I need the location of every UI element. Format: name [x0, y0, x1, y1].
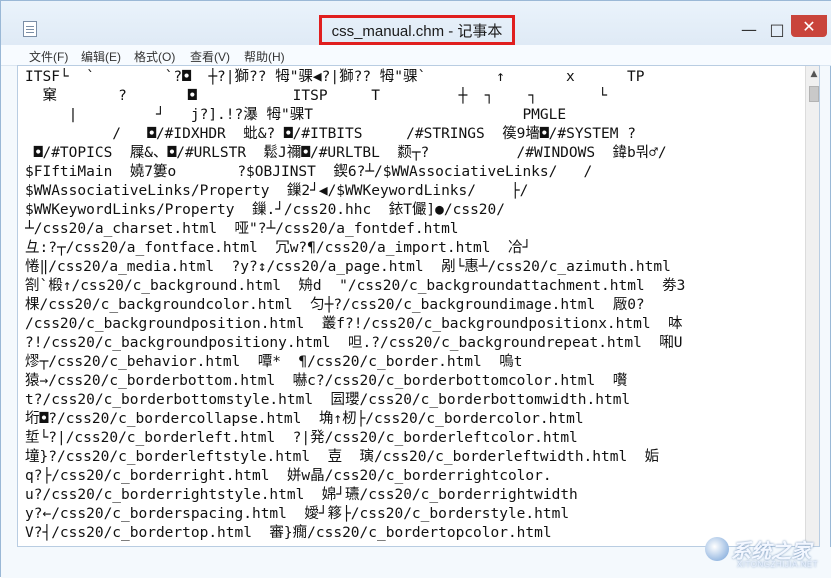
text-line: 熮┬/css20/c_behavior.html 嘾* ¶/css20/c_bo… — [25, 354, 523, 370]
menu-file[interactable]: 文件(F) — [29, 48, 68, 65]
title-bar[interactable]: css_manual.chm - 记事本 — □ ✕ — [1, 1, 831, 45]
text-line: u?/css20/c_borderrightstyle.html 婂┘瓙/css… — [25, 487, 578, 503]
watermark-globe-icon — [705, 537, 729, 561]
text-line: ◘/#TOPICS 屧&、◘/#URLSTR 鬆J禰◘/#URLTBL 颣┬? … — [25, 145, 667, 161]
text-line: 彑:?┬/css20/a_fontface.html 冗w?¶/css20/a_… — [25, 240, 532, 256]
watermark-logo: 系统之家 XITONGZHIJIA.NET — [701, 533, 829, 577]
text-line: | ┘ j?].!?瀑 牳"骒T PMGLE — [25, 107, 567, 123]
menu-edit[interactable]: 编辑(E) — [81, 48, 121, 65]
scroll-up-arrow-icon[interactable]: ▲ — [806, 66, 819, 82]
text-line: $FIftiMain 嬈7簍o ?$OBJINST 鍥6?┴/$WWAssoci… — [25, 164, 593, 180]
vertical-scrollbar[interactable]: ▲ — [805, 66, 819, 546]
text-line: ITSF└ ` `?◘ ┼?|獅?? 牳"骒◀?|獅?? 牳"骒` ↑ x TP — [25, 69, 645, 85]
menu-view[interactable]: 查看(V) — [190, 48, 230, 65]
close-button[interactable]: ✕ — [791, 15, 827, 37]
watermark-url: XITONGZHIJIA.NET — [737, 560, 819, 569]
title-highlight-box: css_manual.chm - 记事本 — [319, 15, 515, 45]
maximize-button[interactable]: □ — [763, 18, 791, 40]
editor-text-area[interactable]: ITSF└ ` `?◘ ┼?|獅?? 牳"骒◀?|獅?? 牳"骒` ↑ x TP… — [25, 68, 795, 546]
text-line: 埑└?|/css20/c_borderleft.html ?|発/css20/c… — [25, 430, 578, 446]
notepad-window: css_manual.chm - 记事本 — □ ✕ 文件(F) 编辑(E) 格… — [0, 0, 831, 578]
text-line: / ◘/#IDXHDR 蚍&? ◘/#ITBITS /#STRINGS 篌9墻◘… — [25, 126, 636, 142]
scroll-thumb[interactable] — [809, 86, 819, 102]
minimize-button[interactable]: — — [735, 18, 763, 40]
menu-format[interactable]: 格式(O) — [134, 48, 175, 65]
text-line: ?!/css20/c_backgroundpositiony.html 呾.?/… — [25, 335, 683, 351]
text-editor[interactable]: ITSF└ ` `?◘ ┼?|獅?? 牳"骒◀?|獅?? 牳"骒` ↑ x TP… — [17, 65, 820, 547]
text-line: t?/css20/c_borderbottomstyle.html 囩瓔/css… — [25, 392, 631, 408]
text-line: 惓‖/css20/a_media.html ?y?↕/css20/a_page.… — [25, 259, 671, 275]
window-title: css_manual.chm - 记事本 — [331, 22, 503, 40]
text-line: q?├/css20/c_borderright.html 姘w晶/css20/c… — [25, 468, 552, 484]
text-line: 垳◘?/css20/c_bordercollapse.html 埆↑杒├/css… — [25, 411, 584, 427]
text-line: y?←/css20/c_borderspacing.html 嬡┘簃├/css2… — [25, 506, 570, 522]
text-line: 墥}?/css20/c_borderleftstyle.html 壴 璌/css… — [25, 449, 660, 465]
text-line: ┴/css20/a_charset.html 哑"?┴/css20/a_font… — [25, 221, 459, 237]
text-line: 猿→/css20/c_borderbottom.html 嚇c?/css20/c… — [25, 373, 628, 389]
text-line: 窠 ? ◘ ITSP T ┼ ┐ ┐ └ — [25, 88, 607, 104]
text-line: /css20/c_backgroundposition.html 叢f?!/cs… — [25, 316, 683, 332]
menu-bar: 文件(F) 编辑(E) 格式(O) 查看(V) 帮助(H) — [1, 45, 831, 66]
text-line: 劄`椴↑/css20/c_background.html 矪d "/css20/… — [25, 278, 686, 294]
text-line: 棵/css20/c_backgroundcolor.html 匀┼?/css20… — [25, 297, 645, 313]
text-line: $WWKeywordLinks/Property 鏁.┘/css20.hhc 銥… — [25, 202, 505, 218]
text-line: V?┤/css20/c_bordertop.html 審}癇/css20/c_b… — [25, 525, 552, 541]
text-line: $WWAssociativeLinks/Property 鏁2┘◀/$WWKey… — [25, 183, 529, 199]
notepad-icon[interactable] — [23, 21, 37, 37]
menu-help[interactable]: 帮助(H) — [244, 48, 285, 65]
